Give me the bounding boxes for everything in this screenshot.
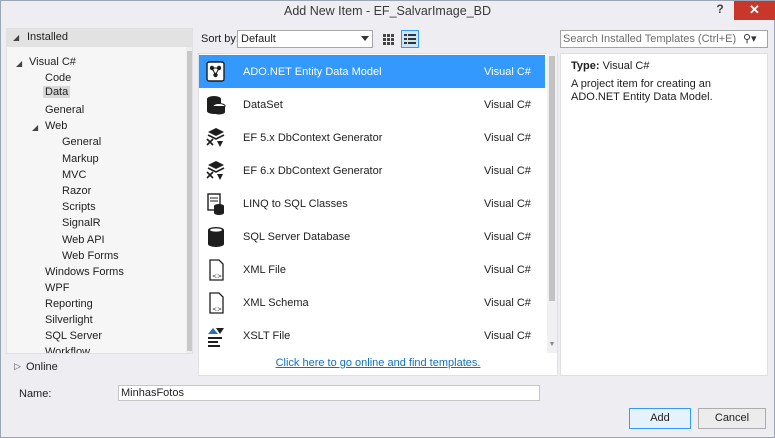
template-language: Visual C# [484,198,531,210]
type-value: Visual C# [602,60,650,72]
xml-file-icon: <> [209,259,224,281]
sort-by-dropdown[interactable]: Default [237,30,373,48]
template-list-scrollbar-thumb[interactable] [549,56,555,301]
svg-text:<>: <> [212,273,222,280]
expand-arrow-icon[interactable]: ◢ [32,123,38,132]
dataset-icon [207,96,226,115]
ef-generator-icon [206,161,225,180]
search-input[interactable] [563,32,738,46]
find-templates-online-link[interactable]: Click here to go online and find templat… [198,357,558,369]
cancel-button[interactable]: Cancel [698,408,766,429]
template-language: Visual C# [484,330,531,342]
xslt-file-icon [208,328,224,347]
template-row-ef5-dbcontext-generator[interactable]: EF 5.x DbContext Generator Visual C# [199,121,545,154]
template-language: Visual C# [484,66,531,78]
tree-item-code[interactable]: Code [45,72,71,84]
template-language: Visual C# [484,165,531,177]
template-name: XML File [243,264,286,276]
tree-item-razor[interactable]: Razor [62,185,91,197]
tree-item-signalr[interactable]: SignalR [62,217,101,229]
template-language: Visual C# [484,264,531,276]
template-row-xml-file[interactable]: <> XML File Visual C# [199,253,545,286]
entity-model-icon [206,61,225,82]
type-label: Type: [571,60,600,72]
search-box[interactable]: ⚲▾ [560,30,768,48]
online-category[interactable]: ▷ Online [6,358,193,376]
scroll-down-icon[interactable]: ▼ [547,341,557,351]
template-list: ADO.NET Entity Data Model Visual C# Data… [198,53,558,376]
online-label: Online [26,361,58,373]
tree-item-wpf[interactable]: WPF [45,282,69,294]
close-button[interactable]: ✕ [734,1,775,20]
tree-item-data[interactable]: Data [43,86,71,98]
name-label: Name: [19,388,52,400]
tree-item-web-forms[interactable]: Web Forms [62,250,119,262]
template-name: SQL Server Database [243,231,351,243]
type-row: Type: Visual C# [571,60,649,72]
expand-arrow-icon[interactable]: ◢ [16,59,22,68]
database-icon [208,227,224,247]
xml-schema-icon: <> [209,292,224,314]
svg-text:<>: <> [212,306,222,313]
add-new-item-dialog: Add New Item - EF_SalvarImage_BD ? ✕ ◢ I… [0,0,775,438]
template-row-sql-server-database[interactable]: SQL Server Database Visual C# [199,220,545,253]
linq-sql-icon [207,193,224,215]
installed-header[interactable]: ◢ Installed [7,29,192,47]
small-icons-view-button[interactable] [401,30,419,48]
chevron-down-icon [361,36,369,41]
tree-item-visual-csharp[interactable]: Visual C# [29,56,76,68]
template-details-pane: Type: Visual C# A project item for creat… [560,53,768,376]
tree-item-web-api[interactable]: Web API [62,234,105,246]
list-view-icon [404,34,416,44]
window-title: Add New Item - EF_SalvarImage_BD [283,4,492,18]
template-language: Visual C# [484,99,531,111]
name-field[interactable] [118,385,540,401]
template-language: Visual C# [484,231,531,243]
template-row-ado-net-entity-data-model[interactable]: ADO.NET Entity Data Model Visual C# [199,55,545,88]
template-language: Visual C# [484,297,531,309]
template-row-dataset[interactable]: DataSet Visual C# [199,88,545,121]
add-button[interactable]: Add [629,408,691,429]
tree-item-workflow[interactable]: Workflow [45,346,90,353]
template-row-xslt-file[interactable]: XSLT File Visual C# [199,319,545,352]
template-row-ef6-dbcontext-generator[interactable]: EF 6.x DbContext Generator Visual C# [199,154,545,187]
tree-item-silverlight[interactable]: Silverlight [45,314,93,326]
sort-by-label: Sort by: [201,33,239,45]
tree-item-windows-forms[interactable]: Windows Forms [45,266,124,278]
template-description: A project item for creating an ADO.NET E… [571,78,713,103]
search-icon[interactable]: ⚲▾ [743,32,765,46]
template-language: Visual C# [484,132,531,144]
category-scrollbar-thumb[interactable] [187,51,192,351]
tree-item-web[interactable]: Web [45,120,67,132]
template-name: XSLT File [243,330,291,342]
installed-label: Installed [27,31,68,43]
template-row-xml-schema[interactable]: <> XML Schema Visual C# [199,286,545,319]
help-button[interactable]: ? [712,2,728,18]
grid-view-icon [383,34,394,45]
template-categories-pane: ◢ Installed ◢ Visual C# Code Data Genera… [6,28,193,354]
template-name: LINQ to SQL Classes [243,198,348,210]
template-row-linq-to-sql-classes[interactable]: LINQ to SQL Classes Visual C# [199,187,545,220]
template-name: ADO.NET Entity Data Model [243,66,382,78]
template-name: XML Schema [243,297,309,309]
tree-item-scripts[interactable]: Scripts [62,201,96,213]
expand-arrow-icon: ▷ [14,361,21,371]
name-input[interactable] [121,387,531,399]
tree-item-sql-server[interactable]: SQL Server [45,330,102,342]
tree-item-markup[interactable]: Markup [62,153,99,165]
title-bar: Add New Item - EF_SalvarImage_BD ? ✕ [1,1,775,23]
template-name: EF 5.x DbContext Generator [243,132,383,144]
template-name: DataSet [243,99,283,111]
template-name: EF 6.x DbContext Generator [243,165,383,177]
tree-item-reporting[interactable]: Reporting [45,298,93,310]
sort-by-value: Default [241,33,276,45]
tree-item-mvc[interactable]: MVC [62,169,86,181]
tree-item-web-general[interactable]: General [62,136,101,148]
ef-generator-icon [206,128,225,147]
tree-item-general[interactable]: General [45,104,84,116]
collapse-arrow-icon: ◢ [13,33,20,42]
medium-icons-view-button[interactable] [380,31,396,47]
